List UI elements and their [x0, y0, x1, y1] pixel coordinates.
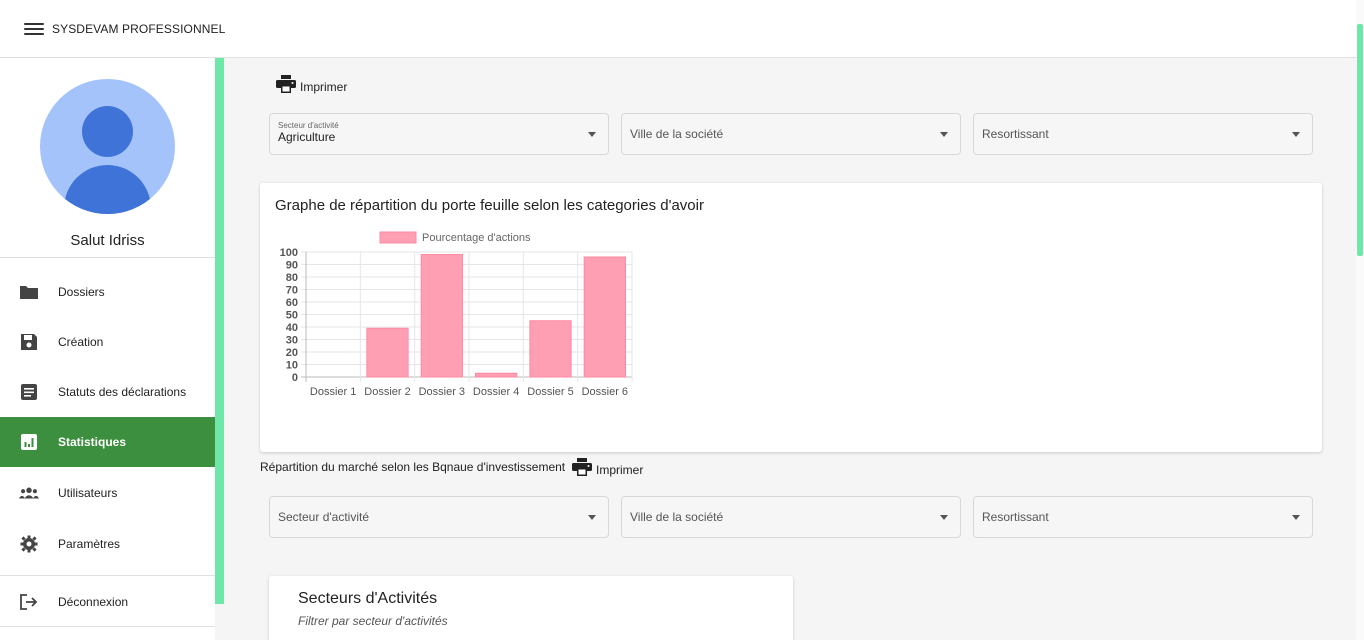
- ville-select-placeholder: Ville de la société: [630, 127, 724, 141]
- sidebar-accent-bar: [215, 58, 224, 604]
- x-tick-label: Dossier 2: [364, 386, 410, 398]
- avatar: [40, 79, 175, 214]
- market-ville-select[interactable]: Ville de la société: [621, 496, 961, 538]
- x-tick-label: Dossier 1: [310, 386, 356, 398]
- sidebar-item-label: Statistiques: [58, 435, 127, 449]
- sidebar-item-label: Utilisateurs: [58, 486, 118, 500]
- chevron-down-icon: [588, 515, 596, 520]
- y-tick-label: 40: [286, 322, 298, 334]
- logout-icon: [19, 592, 39, 612]
- secteurs-card-subtitle: Filtrer par secteur d'activités: [298, 614, 448, 628]
- bar: [475, 372, 518, 378]
- market-print-button[interactable]: Imprimer: [572, 458, 643, 481]
- chevron-down-icon: [940, 132, 948, 137]
- print-button[interactable]: Imprimer: [276, 75, 347, 98]
- top-bar: SYSDEVAM PROFESSIONNEL: [0, 0, 1364, 58]
- secteur-select-label: Secteur d'activité: [278, 121, 339, 130]
- scrollbar-thumb[interactable]: [1357, 24, 1363, 256]
- print-button-label: Imprimer: [596, 462, 644, 477]
- chart-card-title: Graphe de répartition du porte feuille s…: [275, 197, 704, 214]
- printer-icon: [572, 458, 592, 481]
- market-ressortissant-select[interactable]: Resortissant: [973, 496, 1313, 538]
- secteurs-card-title: Secteurs d'Activités: [298, 590, 438, 607]
- folder-icon: [19, 282, 39, 302]
- ressortissant-select[interactable]: Resortissant: [973, 113, 1313, 155]
- sidebar-item-label: Création: [58, 335, 104, 349]
- sidebar-item-deconnexion[interactable]: Déconnexion: [0, 577, 215, 627]
- market-ville-placeholder: Ville de la société: [630, 510, 724, 524]
- sidebar-item-statistiques[interactable]: Statistiques: [0, 417, 215, 467]
- sidebar-item-label: Dossiers: [58, 285, 105, 299]
- y-tick-label: 70: [286, 285, 298, 297]
- bar: [366, 327, 409, 378]
- ressortissant-select-placeholder: Resortissant: [982, 127, 1049, 141]
- chart-card: Graphe de répartition du porte feuille s…: [260, 183, 1322, 452]
- sidebar-item-statuts[interactable]: Statuts des déclarations: [0, 367, 215, 417]
- bar: [529, 320, 572, 378]
- legend-swatch: [379, 231, 417, 244]
- chevron-down-icon: [940, 515, 948, 520]
- y-tick-label: 90: [286, 260, 298, 272]
- sidebar-divider: [0, 257, 215, 258]
- bar: [583, 256, 626, 378]
- printer-icon: [276, 75, 296, 98]
- document-icon: [19, 382, 39, 402]
- sidebar-item-label: Déconnexion: [58, 595, 129, 609]
- chevron-down-icon: [588, 132, 596, 137]
- y-tick-label: 100: [280, 247, 298, 259]
- sidebar-item-parametres[interactable]: Paramètres: [0, 519, 215, 569]
- sidebar-item-dossiers[interactable]: Dossiers: [0, 267, 215, 317]
- legend-label: Pourcentage d'actions: [422, 232, 531, 244]
- print-button-label: Imprimer: [300, 79, 348, 94]
- market-ressortissant-placeholder: Resortissant: [982, 510, 1049, 524]
- secteur-select[interactable]: Secteur d'activité Agriculture: [269, 113, 609, 155]
- hamburger-menu-icon[interactable]: [24, 21, 44, 37]
- save-icon: [19, 332, 39, 352]
- sidebar-item-label: Statuts des déclarations: [58, 385, 187, 399]
- y-tick-label: 30: [286, 335, 298, 347]
- user-greeting: Salut Idriss: [70, 232, 145, 249]
- y-tick-label: 10: [286, 360, 298, 372]
- y-tick-label: 20: [286, 347, 298, 359]
- market-section-title: Répartition du marché selon les Bqnaue d…: [260, 460, 566, 474]
- market-secteur-select[interactable]: Secteur d'activité: [269, 496, 609, 538]
- chevron-down-icon: [1292, 515, 1300, 520]
- x-tick-label: Dossier 3: [419, 386, 465, 398]
- chart-icon: [19, 432, 39, 452]
- secteur-select-value: Agriculture: [278, 130, 336, 144]
- y-tick-label: 80: [286, 272, 298, 284]
- x-tick-label: Dossier 6: [582, 386, 628, 398]
- app-title: SYSDEVAM PROFESSIONNEL: [52, 21, 226, 36]
- x-tick-label: Dossier 4: [473, 386, 519, 398]
- sidebar-divider: [0, 626, 215, 627]
- y-tick-label: 0: [292, 372, 298, 384]
- bar: [420, 254, 463, 378]
- market-secteur-placeholder: Secteur d'activité: [278, 510, 370, 524]
- ville-select[interactable]: Ville de la société: [621, 113, 961, 155]
- sidebar: Salut Idriss Dossiers Création Statuts d…: [0, 58, 215, 640]
- users-icon: [19, 483, 39, 503]
- y-tick-label: 50: [286, 310, 298, 322]
- chevron-down-icon: [1292, 132, 1300, 137]
- gear-icon: [19, 534, 39, 554]
- y-tick-label: 60: [286, 297, 298, 309]
- sidebar-item-label: Paramètres: [58, 537, 121, 551]
- sidebar-item-utilisateurs[interactable]: Utilisateurs: [0, 468, 215, 518]
- x-tick-label: Dossier 5: [527, 386, 573, 398]
- bar-chart: 1009080706050403020100 Dossier 1 Dossier …: [280, 231, 633, 398]
- sidebar-item-creation[interactable]: Création: [0, 317, 215, 367]
- sidebar-divider: [0, 575, 215, 576]
- secteurs-card: Secteurs d'Activités Filtrer par secteur…: [269, 576, 793, 640]
